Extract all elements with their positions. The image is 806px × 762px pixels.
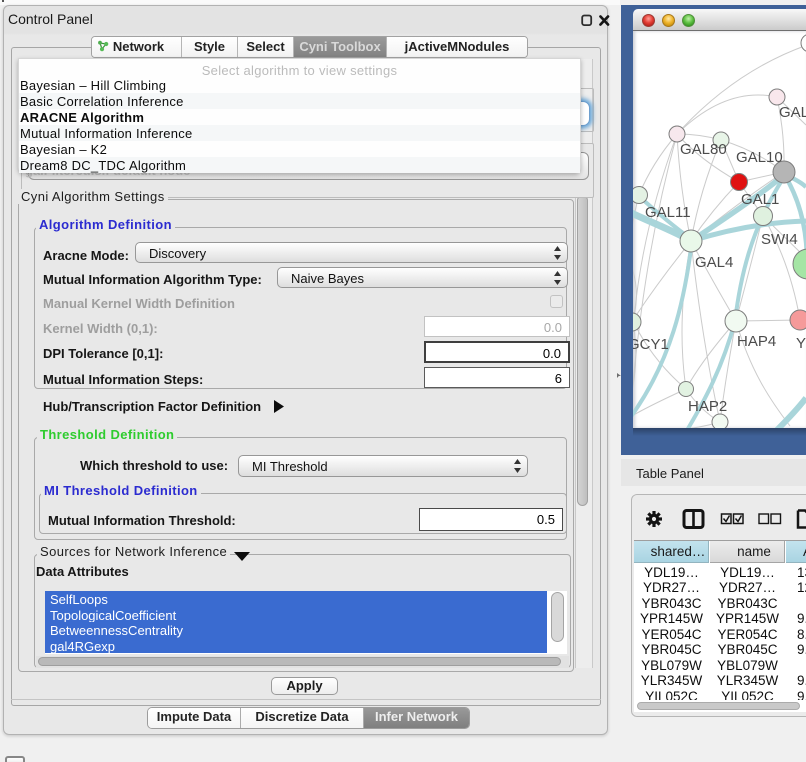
svg-text:GCY1: GCY1	[633, 336, 669, 353]
svg-text:HAP4: HAP4	[737, 333, 776, 350]
svg-text:GAL2: GAL2	[779, 104, 806, 121]
svg-text:SWI4: SWI4	[761, 231, 798, 248]
svg-text:GAL4: GAL4	[695, 254, 733, 271]
svg-text:HAP2: HAP2	[688, 398, 727, 415]
svg-text:GAL80: GAL80	[680, 141, 727, 158]
svg-text:GAL10: GAL10	[736, 149, 783, 166]
svg-text:YBR: YBR	[796, 335, 806, 352]
svg-text:GAL11: GAL11	[645, 204, 691, 221]
svg-text:GAL1: GAL1	[741, 191, 779, 208]
